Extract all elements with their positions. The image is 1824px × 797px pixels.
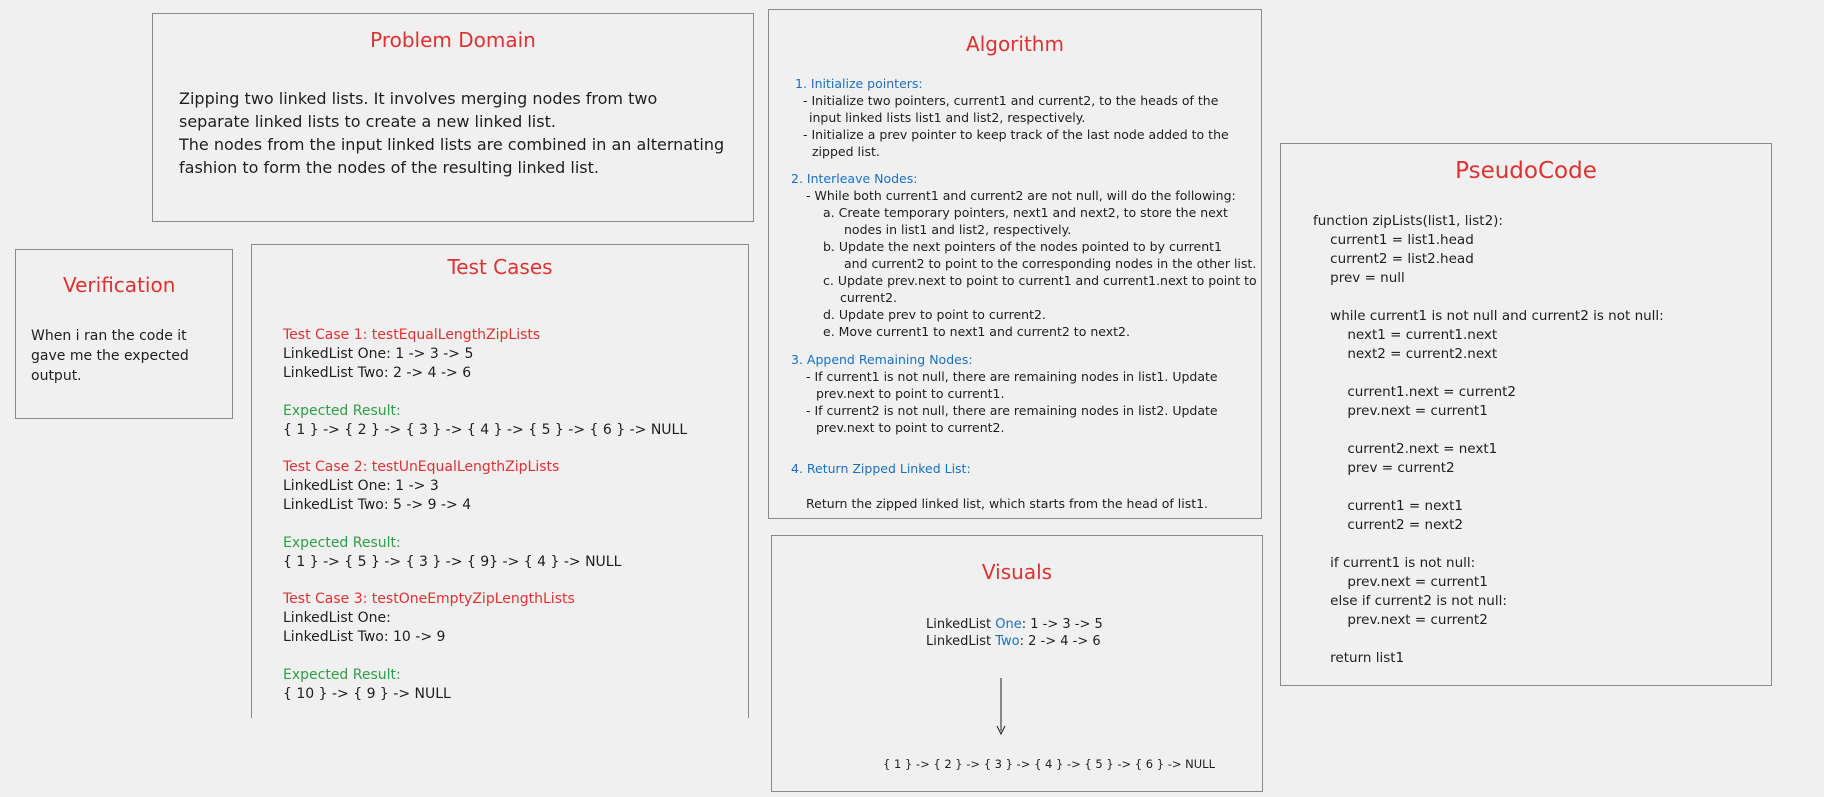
algorithm-step-3-line: prev.next to point to current1. [816, 386, 1005, 401]
test-case-3-list-one: LinkedList One: [283, 610, 391, 626]
pseudocode-line: prev.next = current2 [1313, 612, 1488, 628]
pseudocode-line: current1 = list1.head [1313, 232, 1474, 248]
pseudocode-line: current2 = next2 [1313, 517, 1464, 533]
pseudocode-line: next1 = current1.next [1313, 327, 1498, 343]
visuals-list-one: LinkedList One: 1 -> 3 -> 5 [926, 616, 1103, 633]
test-case-2-list-one: LinkedList One: 1 -> 3 [283, 478, 439, 494]
algorithm-step-2-line: - While both current1 and current2 are n… [806, 188, 1236, 203]
pseudocode-line: current1.next = current2 [1313, 384, 1517, 400]
verification-panel: Verification When i ran the code it gave… [15, 249, 233, 419]
verification-line: gave me the expected [31, 348, 189, 364]
visuals-list-two-word: Two [995, 634, 1020, 649]
pseudocode-line: prev.next = current1 [1313, 403, 1488, 419]
algorithm-step-2-line: a. Create temporary pointers, next1 and … [823, 205, 1228, 220]
test-case-3-list-two: LinkedList Two: 10 -> 9 [283, 629, 446, 645]
visuals-arrow [996, 678, 1006, 736]
problem-domain-line: separate linked lists to create a new li… [179, 112, 556, 131]
algorithm-step-2-line: nodes in list1 and list2, respectively. [844, 222, 1072, 237]
visuals-list-two-suffix: : 2 -> 4 -> 6 [1019, 634, 1101, 649]
test-case-2-expected: { 1 } -> { 5 } -> { 3 } -> { 9} -> { 4 }… [283, 554, 622, 570]
visuals-panel: Visuals LinkedList One: 1 -> 3 -> 5 Link… [771, 535, 1263, 792]
problem-domain-line: fashion to form the nodes of the resulti… [179, 158, 599, 177]
algorithm-step-4: 4. Return Zipped Linked List: [791, 461, 971, 476]
algorithm-step-2: 2. Interleave Nodes: [791, 171, 918, 186]
test-cases-title: Test Cases [447, 255, 553, 279]
pseudocode-line: next2 = current2.next [1313, 346, 1498, 362]
test-case-3-name: Test Case 3: testOneEmptyZipLengthLists [283, 591, 575, 607]
pseudocode-line: current2 = list2.head [1313, 251, 1474, 267]
pseudocode-line: prev = null [1313, 270, 1405, 286]
pseudocode-line [1313, 478, 1664, 497]
algorithm-step-2-line: current2. [840, 290, 898, 305]
pseudocode-panel: PseudoCode function zipLists(list1, list… [1280, 143, 1772, 686]
visuals-result: { 1 } -> { 2 } -> { 3 } -> { 4 } -> { 5 … [883, 757, 1215, 771]
visuals-title: Visuals [981, 560, 1053, 584]
test-cases-panel: Test Cases Test Case 1: testEqualLengthZ… [251, 244, 749, 718]
test-case-3-expected: { 10 } -> { 9 } -> NULL [283, 686, 451, 702]
pseudocode-line [1313, 421, 1664, 440]
pseudocode-body: function zipLists(list1, list2): current… [1313, 212, 1664, 668]
pseudocode-line: while current1 is not null and current2 … [1313, 308, 1664, 324]
pseudocode-line [1313, 535, 1664, 554]
algorithm-step-3-line: - If current2 is not null, there are rem… [806, 403, 1218, 418]
pseudocode-line: current1 = next1 [1313, 498, 1464, 514]
algorithm-step-2-line: and current2 to point to the correspondi… [844, 256, 1257, 271]
pseudocode-line: function zipLists(list1, list2): [1313, 213, 1503, 229]
algorithm-step-2-line: e. Move current1 to next1 and current2 t… [823, 324, 1130, 339]
algorithm-step-1: 1. Initialize pointers: [795, 76, 923, 91]
pseudocode-line: prev.next = current1 [1313, 574, 1488, 590]
visuals-list-two: LinkedList Two: 2 -> 4 -> 6 [926, 633, 1101, 650]
algorithm-step-1-line: - Initialize two pointers, current1 and … [803, 93, 1219, 108]
verification-line: When i ran the code it [31, 328, 187, 344]
test-case-1-expected: { 1 } -> { 2 } -> { 3 } -> { 4 } -> { 5 … [283, 422, 688, 438]
pseudocode-line [1313, 364, 1664, 383]
algorithm-panel: Algorithm 1. Initialize pointers: - Init… [768, 9, 1262, 519]
visuals-list-two-prefix: LinkedList [926, 634, 996, 649]
algorithm-step-3: 3. Append Remaining Nodes: [791, 352, 973, 367]
algorithm-step-3-line: prev.next to point to current2. [816, 420, 1005, 435]
algorithm-step-4-line: Return the zipped linked list, which sta… [806, 496, 1209, 511]
test-case-2-name: Test Case 2: testUnEqualLengthZipLists [283, 459, 560, 475]
pseudocode-line: prev = current2 [1313, 460, 1455, 476]
test-case-1-name: Test Case 1: testEqualLengthZipLists [283, 327, 541, 343]
algorithm-step-1-line: - Initialize a prev pointer to keep trac… [803, 127, 1229, 142]
algorithm-step-1-line: input linked lists list1 and list2, resp… [809, 110, 1086, 125]
problem-domain-line: The nodes from the input linked lists ar… [179, 135, 725, 154]
test-case-1-expected-label: Expected Result: [283, 403, 401, 419]
pseudocode-line [1313, 630, 1664, 649]
problem-domain-line: Zipping two linked lists. It involves me… [179, 89, 658, 108]
test-case-2-list-two: LinkedList Two: 5 -> 9 -> 4 [283, 497, 472, 513]
test-case-1-list-two: LinkedList Two: 2 -> 4 -> 6 [283, 365, 472, 381]
pseudocode-line: return list1 [1313, 650, 1405, 666]
problem-domain-title: Problem Domain [370, 28, 536, 52]
problem-domain-panel: Problem Domain Zipping two linked lists.… [152, 13, 754, 222]
verification-line: output. [31, 368, 82, 384]
test-case-1-list-one: LinkedList One: 1 -> 3 -> 5 [283, 346, 474, 362]
test-case-3-expected-label: Expected Result: [283, 667, 401, 683]
visuals-list-one-prefix: LinkedList [926, 617, 996, 632]
pseudocode-line: current2.next = next1 [1313, 441, 1498, 457]
visuals-list-one-suffix: : 1 -> 3 -> 5 [1021, 617, 1103, 632]
algorithm-step-1-line: zipped list. [812, 144, 880, 159]
algorithm-step-2-line: b. Update the next pointers of the nodes… [823, 239, 1223, 254]
visuals-list-one-word: One [995, 617, 1022, 632]
verification-title: Verification [63, 273, 176, 297]
algorithm-step-2-line: c. Update prev.next to point to current1… [823, 273, 1257, 288]
algorithm-title: Algorithm [966, 32, 1064, 56]
pseudocode-line: if current1 is not null: [1313, 555, 1476, 571]
test-case-2-expected-label: Expected Result: [283, 535, 401, 551]
algorithm-step-2-line: d. Update prev to point to current2. [823, 307, 1046, 322]
pseudocode-title: PseudoCode [1455, 158, 1597, 184]
algorithm-step-3-line: - If current1 is not null, there are rem… [806, 369, 1218, 384]
pseudocode-line [1313, 288, 1664, 307]
pseudocode-line: else if current2 is not null: [1313, 593, 1507, 609]
